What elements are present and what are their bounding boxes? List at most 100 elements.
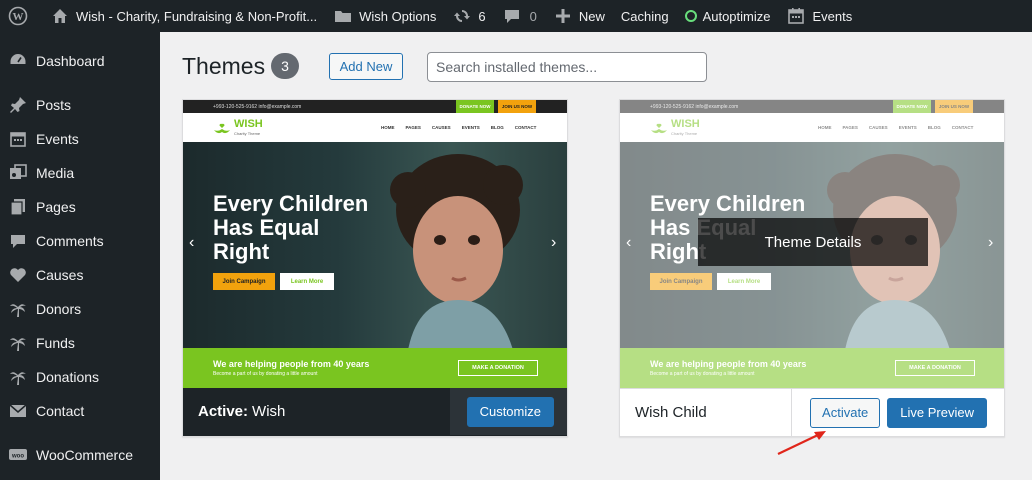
calendar-icon [786, 6, 806, 26]
sidebar-item-comments[interactable]: Comments [0, 224, 160, 258]
updates-icon [452, 6, 472, 26]
pin-icon [8, 95, 28, 115]
preview-learn-more: Learn More [280, 273, 334, 290]
sidebar-item-label: WooCommerce [36, 447, 133, 463]
palm-icon [8, 367, 28, 387]
sidebar-item-label: Funds [36, 335, 75, 351]
theme-count-badge: 3 [271, 53, 299, 79]
sidebar-item-donations[interactable]: Donations [0, 360, 160, 394]
caching-label: Caching [620, 8, 669, 24]
theme-actions: Customize [449, 388, 567, 435]
preview-hero-line: Every Children [213, 191, 369, 216]
logo-hands-icon [214, 123, 230, 134]
preview-nav-link: PAGES [405, 125, 421, 130]
caching-link[interactable]: Caching [613, 0, 677, 32]
sidebar-item-label: Donors [36, 301, 82, 317]
sidebar-item-label: Contact [36, 403, 85, 419]
theme-name-text: Wish [252, 403, 286, 420]
preview-nav-link: CONTACT [514, 125, 537, 130]
preview-nav-links: HOME PAGES CAUSES EVENTS BLOG CONTACT [381, 125, 536, 130]
heart-icon [8, 265, 28, 285]
sidebar-item-posts[interactable]: Posts [0, 88, 160, 122]
live-preview-button[interactable]: Live Preview [887, 397, 987, 428]
activate-button[interactable]: Activate [810, 397, 881, 428]
preview-logo-sub: Charity Theme [234, 131, 261, 136]
sidebar-item-label: Causes [36, 267, 84, 283]
add-new-button[interactable]: Add New [329, 53, 403, 80]
sidebar-item-label: Posts [36, 97, 72, 113]
new-content-link[interactable]: New [545, 0, 613, 32]
sidebar-item-funds[interactable]: Funds [0, 326, 160, 360]
theme-screenshot[interactable]: +993-120-525-9162 info@example.com DONAT… [620, 100, 1004, 388]
palm-icon [8, 299, 28, 319]
sidebar-item-label: Pages [36, 199, 76, 215]
status-dot-icon [684, 10, 697, 22]
active-label: Active: [198, 403, 249, 420]
customize-button[interactable]: Customize [466, 396, 554, 427]
events-label: Events [812, 8, 853, 24]
preview-donate-now: DONATE NOW [456, 100, 494, 113]
wordpress-icon: W [8, 6, 28, 26]
sidebar-item-woocommerce[interactable]: woo WooCommerce [0, 438, 160, 472]
child-portrait-image [390, 154, 523, 348]
comments-count: 0 [529, 8, 537, 24]
preview-contact-info: +993-120-525-9162 info@example.com [213, 103, 302, 110]
autoptimize-label: Autoptimize [702, 8, 771, 24]
sidebar-item-pages[interactable]: Pages [0, 190, 160, 224]
sidebar-item-label: Events [36, 131, 79, 147]
palm-icon [8, 333, 28, 353]
media-icon [8, 163, 28, 183]
annotation-arrow-icon [777, 431, 826, 455]
admin-bar: W Wish - Charity, Fundraising & Non-Prof… [0, 0, 1032, 32]
sidebar-item-label: Donations [36, 369, 100, 385]
search-themes-input[interactable] [427, 52, 707, 82]
preview-hero-line: Right [213, 239, 270, 264]
wish-options-link[interactable]: Wish Options [325, 0, 444, 32]
svg-text:woo: woo [11, 454, 24, 460]
preview-green-band: We are helping people from 40 years Beco… [183, 348, 567, 388]
sidebar-item-label: Dashboard [36, 53, 105, 69]
preview-hero: Every Children Has Equal Right Join Camp… [183, 142, 567, 348]
preview-navbar: WISH Charity Theme HOME PAGES CAUSES EVEN… [183, 113, 567, 142]
chevron-right-icon: › [551, 234, 557, 251]
pages-icon [8, 197, 28, 217]
sidebar-item-dashboard[interactable]: Dashboard [0, 44, 160, 78]
folder-icon [333, 6, 353, 26]
preview-nav-link: CAUSES [431, 125, 451, 130]
sidebar-item-contact[interactable]: Contact [0, 394, 160, 428]
wordpress-logo-button[interactable]: W [0, 0, 42, 32]
admin-sidebar: Dashboard Posts Events Media Pages Comme… [0, 32, 160, 480]
theme-card-active[interactable]: +993-120-525-9162 info@example.com DONAT… [182, 99, 568, 437]
updates-link[interactable]: 6 [444, 0, 493, 32]
comment-icon [502, 6, 522, 26]
sidebar-item-label: Media [36, 165, 75, 181]
dashboard-icon [8, 51, 28, 71]
woo-icon: woo [8, 445, 28, 465]
preview-join-campaign: Join Campaign [213, 273, 275, 290]
comments-link[interactable]: 0 [494, 0, 545, 32]
site-name-label: Wish - Charity, Fundraising & Non-Profit… [76, 8, 318, 24]
calendar-icon [8, 129, 28, 149]
preview-nav-link: HOME [381, 125, 395, 130]
preview-hero-line: Has Equal [213, 215, 320, 240]
plus-icon [553, 6, 573, 26]
chevron-left-icon: ‹ [189, 234, 195, 251]
events-link[interactable]: Events [778, 0, 860, 32]
theme-screenshot[interactable]: +993-120-525-9162 info@example.com DONAT… [183, 100, 567, 388]
sidebar-item-donors[interactable]: Donors [0, 292, 160, 326]
site-name-link[interactable]: Wish - Charity, Fundraising & Non-Profit… [42, 0, 325, 32]
theme-name: Wish Child [635, 404, 707, 421]
wish-options-label: Wish Options [359, 8, 437, 24]
sidebar-item-causes[interactable]: Causes [0, 258, 160, 292]
theme-card-wish-child[interactable]: +993-120-525-9162 info@example.com DONAT… [619, 99, 1005, 437]
preview-logo: WISH Charity Theme [213, 119, 263, 139]
sidebar-item-events[interactable]: Events [0, 122, 160, 156]
sidebar-item-media[interactable]: Media [0, 156, 160, 190]
preview-make-donation: MAKE A DONATION [458, 360, 538, 376]
theme-details-button[interactable]: Theme Details [698, 218, 928, 266]
preview-nav-link: BLOG [490, 125, 504, 130]
preview-join-us-now: JOIN US NOW [498, 100, 536, 113]
preview-hero-title: Every Children Has Equal Right [213, 192, 368, 264]
theme-card-footer: Active: Wish Customize [183, 388, 567, 436]
autoptimize-link[interactable]: Autoptimize [677, 0, 779, 32]
